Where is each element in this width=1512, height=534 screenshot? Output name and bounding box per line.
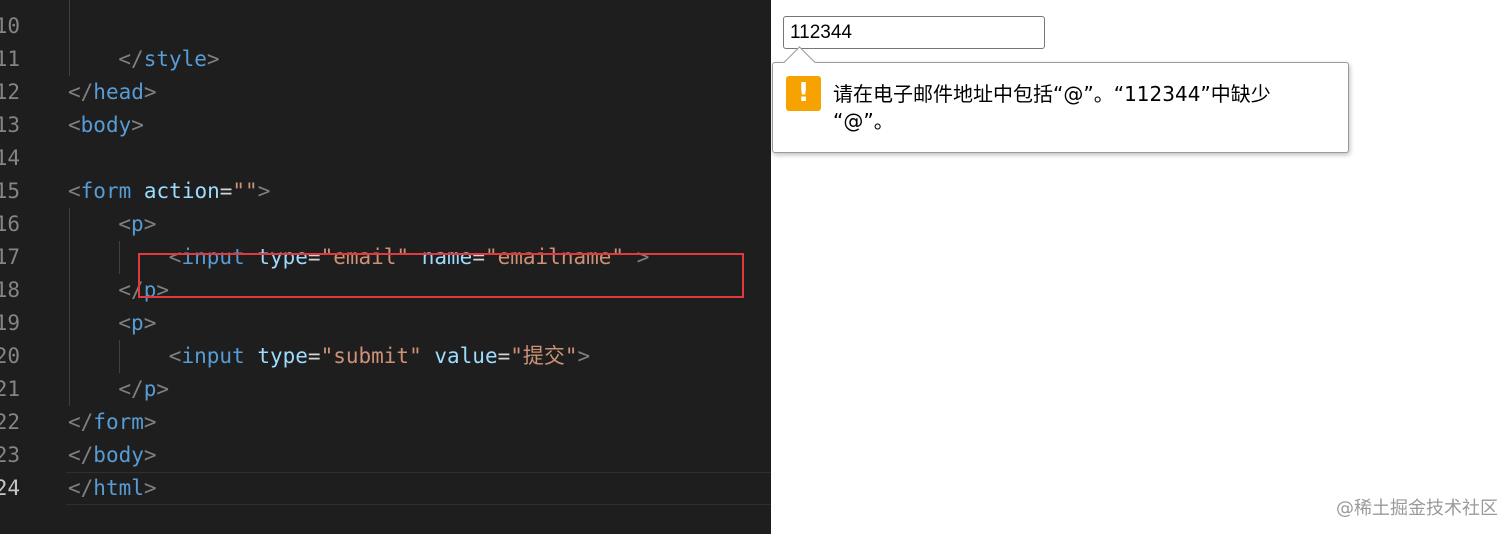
code-line[interactable]: 22 </form>	[0, 406, 771, 439]
code-token: form	[80, 179, 132, 203]
code-token: body	[80, 113, 132, 137]
code-text: <form action="">	[68, 175, 270, 208]
code-line[interactable]: 13 <body>	[0, 109, 771, 142]
code-token: <	[118, 212, 132, 236]
email-input[interactable]: 112344	[783, 16, 1045, 49]
line-number: 24	[0, 476, 20, 500]
code-token: >	[143, 80, 157, 104]
line-number: 15	[0, 179, 20, 203]
code-token: head	[93, 80, 144, 104]
code-token: "提交"	[510, 344, 578, 368]
code-token: style	[143, 47, 207, 71]
line-number: 23	[0, 443, 20, 467]
code-line[interactable]: 19 <p>	[0, 307, 771, 340]
validation-tooltip: ! 请在电子邮件地址中包括“@”。“112344”中缺少 “@”。	[772, 46, 1349, 153]
code-line[interactable]: 15 <form action="">	[0, 175, 771, 208]
code-token: =	[307, 344, 321, 368]
code-text: </html>	[68, 472, 157, 505]
code-token: <	[168, 344, 182, 368]
line-number: 19	[0, 311, 20, 335]
tooltip-arrow	[783, 46, 816, 79]
line-number: 21	[0, 377, 20, 401]
code-token: </	[68, 410, 94, 434]
line-number: 13	[0, 113, 20, 137]
highlight-box	[138, 253, 744, 298]
code-line[interactable]: 20 <input type="submit" value="提交">	[0, 340, 771, 373]
code-token: >	[143, 443, 157, 467]
code-editor[interactable]: 10 11 </style> 12 </head> 13 <body> 14 15 <form a…	[0, 0, 771, 534]
code-token: "submit"	[320, 344, 422, 368]
code-token: </	[68, 443, 94, 467]
code-token: >	[156, 377, 169, 401]
code-token: <	[68, 113, 81, 137]
line-number: 16	[0, 212, 20, 236]
code-line[interactable]: 12 </head>	[0, 76, 771, 109]
line-number: 12	[0, 80, 20, 104]
screenshot-root: 10 11 </style> 12 </head> 13 <body> 14 15 <form a…	[0, 0, 1512, 534]
code-token: body	[93, 443, 144, 467]
indent-guide	[69, 0, 70, 76]
code-token: </	[68, 476, 94, 500]
line-number: 14	[0, 146, 20, 170]
code-token: >	[257, 179, 271, 203]
code-line[interactable]: 24 </html>	[0, 472, 771, 505]
line-number: 11	[0, 47, 20, 71]
line-number: 17	[0, 245, 20, 269]
code-token: <	[118, 311, 132, 335]
line-number: 10	[0, 14, 20, 38]
code-token: >	[206, 47, 220, 71]
code-token: </	[68, 80, 94, 104]
code-token: ""	[232, 179, 258, 203]
indent-guide	[119, 340, 121, 373]
code-token: p	[131, 212, 144, 236]
code-token: type	[257, 344, 308, 368]
validation-message: 请在电子邮件地址中包括“@”。“112344”中缺少 “@”。	[833, 82, 1271, 133]
code-text: <p>	[118, 208, 156, 241]
code-token: value	[434, 344, 498, 368]
code-token: >	[577, 344, 591, 368]
code-line[interactable]: 16 <p>	[0, 208, 771, 241]
code-text: </style>	[118, 43, 219, 76]
code-token: <	[68, 179, 81, 203]
code-token: form	[93, 410, 144, 434]
code-token: >	[143, 410, 157, 434]
code-text: <input type="submit" value="提交">	[169, 340, 590, 373]
code-text: <p>	[118, 307, 156, 340]
code-token: >	[143, 311, 157, 335]
code-text: <body>	[68, 109, 144, 142]
indent-guide	[119, 241, 121, 274]
code-line[interactable]: 23 </body>	[0, 439, 771, 472]
indent-guide	[69, 208, 70, 406]
code-token: p	[131, 311, 144, 335]
code-token: >	[131, 113, 144, 137]
code-text: </p>	[118, 373, 169, 406]
browser-page: 112344 ! 请在电子邮件地址中包括“@”。“112344”中缺少 “@”。…	[771, 0, 1512, 534]
code-token: p	[143, 377, 157, 401]
code-token: =	[497, 344, 511, 368]
code-text: </form>	[68, 406, 157, 439]
code-line[interactable]: 11 </style>	[0, 43, 771, 76]
code-text: </body>	[68, 439, 157, 472]
code-text: </head>	[68, 76, 157, 109]
line-number: 18	[0, 278, 20, 302]
code-line[interactable]: 10	[0, 10, 771, 43]
code-token: input	[181, 344, 245, 368]
code-token: html	[93, 476, 144, 500]
line-number: 22	[0, 410, 20, 434]
code-token: >	[143, 212, 157, 236]
code-token: >	[143, 476, 157, 500]
code-line[interactable]: 14	[0, 142, 771, 175]
code-token: action	[143, 179, 220, 203]
code-token: =	[219, 179, 233, 203]
watermark: @稀土掘金技术社区	[1336, 498, 1498, 519]
code-token: </	[118, 47, 144, 71]
code-line[interactable]: 21 </p>	[0, 373, 771, 406]
code-token: </	[118, 377, 144, 401]
line-number: 20	[0, 344, 20, 368]
warning-icon: !	[786, 76, 821, 111]
